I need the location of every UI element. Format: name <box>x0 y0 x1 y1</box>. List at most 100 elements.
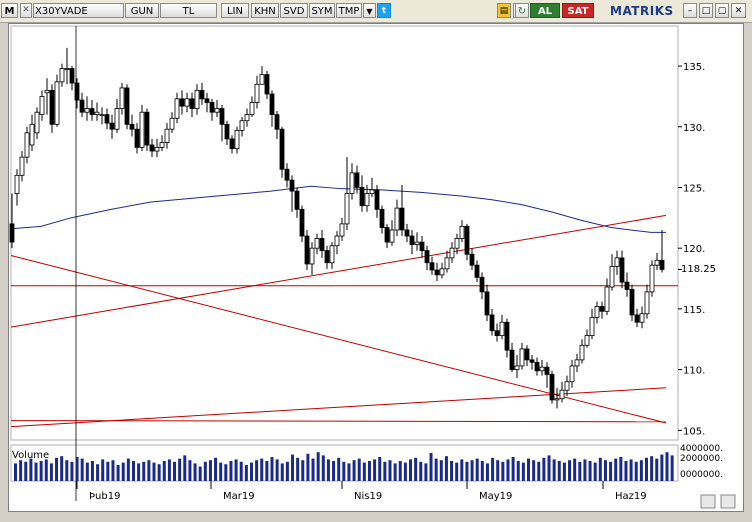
candle-body <box>559 389 565 400</box>
tmp-button[interactable]: TMP <box>336 3 362 18</box>
candle-body <box>79 99 85 113</box>
chart-area[interactable]: 135. 130. 125. 120. 115. 110. 105. 4000000. 200… <box>8 23 744 512</box>
candle-body <box>419 241 425 252</box>
volume-bar <box>249 462 253 481</box>
candle-body <box>459 225 465 239</box>
volume-bar <box>178 458 182 481</box>
volume-bar <box>85 462 89 481</box>
volume-bar <box>111 460 115 481</box>
candle-body <box>174 98 180 119</box>
close-icon[interactable]: ✕ <box>731 3 746 18</box>
candle-body <box>614 257 620 267</box>
lin-button[interactable]: LIN <box>221 3 249 18</box>
volume-bar <box>316 452 320 481</box>
logo-button[interactable]: M <box>1 3 18 18</box>
volume-bar <box>188 460 192 481</box>
khn-button[interactable]: KHN <box>251 3 279 18</box>
twitter-bird-icon[interactable]: t <box>377 3 391 18</box>
volume-bar <box>660 454 664 481</box>
candle-body <box>294 190 300 210</box>
candle-body <box>354 172 360 188</box>
candle-body <box>449 247 455 259</box>
candle-body <box>254 83 260 103</box>
volume-bar <box>506 459 510 481</box>
candle-body <box>179 98 185 107</box>
volume-bar <box>557 461 561 481</box>
candle-body <box>549 374 555 401</box>
volume-bar <box>583 459 587 481</box>
candle-body <box>144 111 150 146</box>
volume-bar <box>296 457 300 481</box>
volume-bar <box>624 461 628 481</box>
brand-logo: MATRIKS <box>610 4 674 18</box>
candle-body <box>69 68 75 84</box>
currency-field[interactable]: TL <box>160 3 217 18</box>
candle-body <box>639 313 645 323</box>
candle-body <box>24 132 30 158</box>
volume-bar <box>588 461 592 481</box>
volume-bar <box>162 461 166 481</box>
volume-bar <box>496 460 500 481</box>
candle-body <box>274 114 280 130</box>
volume-bar <box>552 459 556 481</box>
sat-button[interactable]: SAT <box>562 3 594 18</box>
candle-body <box>539 366 545 372</box>
svd-button[interactable]: SVD <box>280 3 308 18</box>
candle-body <box>324 250 330 264</box>
minimize-icon[interactable]: – <box>683 3 697 18</box>
candle-body <box>339 223 345 237</box>
y-tick-label: 110. <box>683 366 705 377</box>
volume-bar <box>80 458 84 481</box>
volume-bar <box>516 461 520 481</box>
volume-bar <box>239 461 243 481</box>
candle-body <box>134 128 140 148</box>
candle-body <box>259 74 265 85</box>
volume-bar <box>106 461 110 481</box>
volume-bar <box>260 458 264 481</box>
volume-bar <box>234 459 238 481</box>
candle-body <box>99 114 105 117</box>
candle-body <box>544 366 550 375</box>
y-tick-label: 135. <box>683 62 705 73</box>
maximize-icon[interactable]: ▢ <box>715 3 729 18</box>
volume-bar <box>24 461 28 481</box>
sym-button[interactable]: SYM <box>309 3 335 18</box>
chevron-down-icon[interactable]: ▼ <box>363 3 376 18</box>
volume-tick-label: 0000000. <box>680 470 723 480</box>
y-tick-label: 125. <box>683 183 705 194</box>
volume-bar <box>147 460 151 481</box>
symbol-field[interactable]: X30YVADE <box>33 3 124 18</box>
period-field[interactable]: GUN <box>125 3 159 18</box>
volume-bar <box>439 460 443 481</box>
volume-bar <box>573 458 577 481</box>
x-tick-label: Nis19 <box>354 491 382 502</box>
refresh-icon[interactable]: ↻ <box>515 3 529 18</box>
price-panel-frame <box>10 25 679 441</box>
volume-bar <box>409 459 413 481</box>
price-chart[interactable]: 135. 130. 125. 120. 115. 110. 105. 4000000.200… <box>9 24 743 511</box>
volume-bar <box>244 465 248 481</box>
candle-body <box>304 235 310 265</box>
close-symbol-icon[interactable]: ✕ <box>20 3 32 18</box>
candle-body <box>584 335 590 346</box>
al-button[interactable]: AL <box>530 3 560 18</box>
volume-bar <box>265 461 269 481</box>
volume-bar <box>116 465 120 481</box>
candle-body <box>369 189 375 194</box>
candle-body <box>564 381 570 391</box>
candle-body <box>474 264 480 278</box>
volume-bar <box>198 466 202 481</box>
candle-body <box>249 102 255 116</box>
candle-body <box>599 306 605 312</box>
candle-body <box>199 89 205 100</box>
y-tick-label: 130. <box>683 123 705 134</box>
candle-body <box>644 291 650 315</box>
candle-body <box>554 398 560 401</box>
settings-icon[interactable]: ▤ <box>497 3 511 18</box>
candle-body <box>114 108 120 130</box>
candle-body <box>309 247 315 265</box>
restore-icon[interactable]: □ <box>699 3 713 18</box>
volume-bar <box>670 455 674 481</box>
volume-bar <box>527 458 530 481</box>
volume-bar <box>444 456 448 481</box>
